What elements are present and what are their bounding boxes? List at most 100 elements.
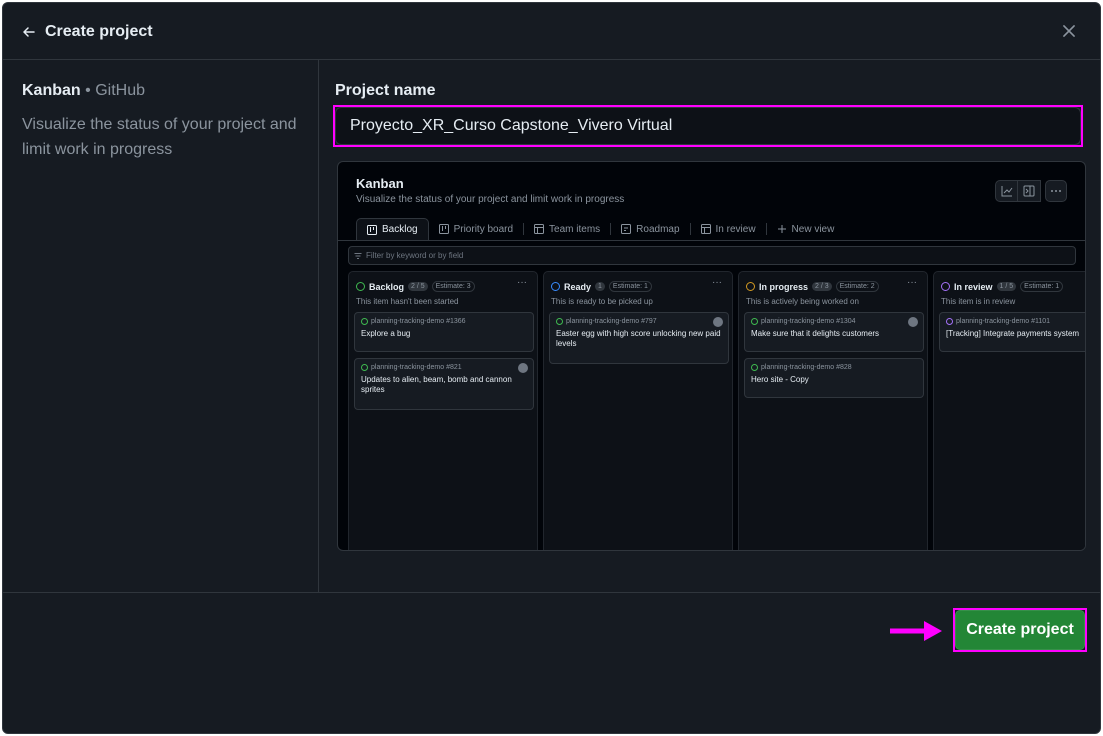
issue-open-icon <box>361 364 368 371</box>
card-title: Easter egg with high score unlocking new… <box>556 329 721 348</box>
column-count: 1 <box>595 282 605 291</box>
tab-label: Roadmap <box>636 223 680 235</box>
project-name-highlight <box>333 105 1083 147</box>
template-author: GitHub <box>95 82 145 99</box>
tab-label: New view <box>791 223 835 235</box>
more-button <box>1045 180 1067 202</box>
kebab-horizontal-icon <box>1051 190 1061 192</box>
column-header: Backlog 2 / 5 Estimate: 3 <box>356 281 475 292</box>
tab-backlog: Backlog <box>356 218 429 240</box>
create-button-highlight: Create project <box>953 608 1087 652</box>
main-panel: Project name Kanban Visualize the status… <box>319 60 1100 592</box>
column-description: This is ready to be picked up <box>551 297 653 306</box>
issue-open-icon <box>751 318 758 325</box>
column-estimate: Estimate: 1 <box>608 281 652 292</box>
issue-open-icon <box>556 318 563 325</box>
card-ref: planning-tracking-demo #797 <box>566 318 657 325</box>
filter-placeholder: Filter by keyword or by field <box>366 251 464 260</box>
board-icon <box>438 224 449 234</box>
calendar-icon <box>621 224 632 234</box>
tab-label: Backlog <box>382 224 418 235</box>
board-card: planning-tracking-demo #1366 Explore a b… <box>354 312 534 352</box>
tab-label: Team items <box>549 223 601 235</box>
table-icon <box>534 224 545 234</box>
tab-team-items: Team items <box>524 218 610 240</box>
column-name: In review <box>954 281 993 292</box>
template-heading: Kanban • GitHub <box>22 82 145 100</box>
board-column-in-review: In review 1 / 5 Estimate: 1 This item is… <box>933 271 1085 550</box>
template-description: Visualize the status of your project and… <box>22 116 297 158</box>
filter-icon <box>354 252 362 259</box>
arrow-right-icon <box>890 621 942 641</box>
footer-divider <box>3 592 1100 593</box>
column-count: 2 / 5 <box>408 282 428 291</box>
board-card: planning-tracking-demo #797 Easter egg w… <box>549 312 729 364</box>
status-dot-icon <box>551 282 560 291</box>
avatar <box>518 363 528 373</box>
kebab-horizontal-icon: ··· <box>517 277 527 288</box>
dialog-title: Create project <box>45 23 153 40</box>
plus-icon <box>777 225 786 233</box>
project-name-label: Project name <box>335 82 436 99</box>
preview-actions <box>995 180 1067 202</box>
board-column-ready: Ready 1 Estimate: 1 ··· This is ready to… <box>543 271 733 550</box>
column-name: Ready <box>564 281 592 292</box>
dialog-header: Create project <box>3 3 1100 60</box>
preview-filter-bar: Filter by keyword or by field <box>348 246 1076 265</box>
column-name: In progress <box>759 281 809 292</box>
avatar <box>713 317 723 327</box>
template-separator: • <box>85 82 91 99</box>
card-title: Explore a bug <box>361 329 411 338</box>
preview-title: Kanban <box>356 176 404 191</box>
column-description: This item is in review <box>941 297 1016 306</box>
template-name: Kanban <box>22 82 81 99</box>
card-ref: planning-tracking-demo #1101 <box>956 318 1051 325</box>
column-header: In progress 2 / 3 Estimate: 2 <box>746 281 879 292</box>
issue-open-icon <box>946 318 953 325</box>
project-name-input[interactable] <box>335 107 1081 145</box>
status-dot-icon <box>941 282 950 291</box>
column-name: Backlog <box>369 281 405 292</box>
board-card: planning-tracking-demo #828 Hero site - … <box>744 358 924 398</box>
kebab-horizontal-icon: ··· <box>712 277 722 288</box>
create-project-button[interactable]: Create project <box>955 610 1085 650</box>
insights-button <box>995 180 1018 202</box>
tabs-underline <box>338 240 1085 241</box>
close-icon[interactable] <box>1060 22 1078 40</box>
status-dot-icon <box>746 282 755 291</box>
kebab-horizontal-icon: ··· <box>907 277 917 288</box>
card-ref: planning-tracking-demo #1304 <box>761 318 856 325</box>
column-estimate: Estimate: 1 <box>1020 281 1064 292</box>
tab-in-review: In review <box>691 218 766 240</box>
board-column-in-progress: In progress 2 / 3 Estimate: 2 ··· This i… <box>738 271 928 550</box>
card-ref: planning-tracking-demo #828 <box>761 364 852 371</box>
column-header: Ready 1 Estimate: 1 <box>551 281 652 292</box>
tab-new-view: New view <box>767 218 845 240</box>
template-sidebar: Kanban • GitHub Visualize the status of … <box>3 60 319 592</box>
back-button[interactable]: Create project <box>21 21 153 43</box>
card-title: Hero site - Copy <box>751 375 809 384</box>
card-title: [Tracking] Integrate payments system <box>946 329 1080 338</box>
table-icon <box>700 224 711 234</box>
card-title: Make sure that it delights customers <box>751 329 880 338</box>
card-title: Updates to alien, beam, bomb and cannon … <box>361 375 512 394</box>
column-header: In review 1 / 5 Estimate: 1 <box>941 281 1064 292</box>
sidepanel-button <box>1018 180 1041 202</box>
board-icon <box>367 224 377 235</box>
status-dot-icon <box>356 282 365 291</box>
board-card: planning-tracking-demo #821 Updates to a… <box>354 358 534 410</box>
sidebar-expand-icon <box>1023 185 1035 197</box>
card-ref: planning-tracking-demo #821 <box>371 364 462 371</box>
board-column-backlog: Backlog 2 / 5 Estimate: 3 ··· This item … <box>348 271 538 550</box>
column-count: 2 / 3 <box>812 282 832 291</box>
tab-label: Priority board <box>453 223 514 235</box>
board-card: planning-tracking-demo #1101 [Tracking] … <box>939 312 1085 352</box>
avatar <box>908 317 918 327</box>
graph-icon <box>1001 186 1012 197</box>
column-count: 1 / 5 <box>996 282 1017 291</box>
issue-open-icon <box>361 318 368 325</box>
preview-view-tabs: Backlog Priority board Team items Roadma… <box>356 218 844 240</box>
issue-open-icon <box>751 364 758 371</box>
column-description: This item hasn't been started <box>356 297 459 306</box>
create-project-dialog: Create project Kanban • GitHub Visualize… <box>2 2 1101 734</box>
